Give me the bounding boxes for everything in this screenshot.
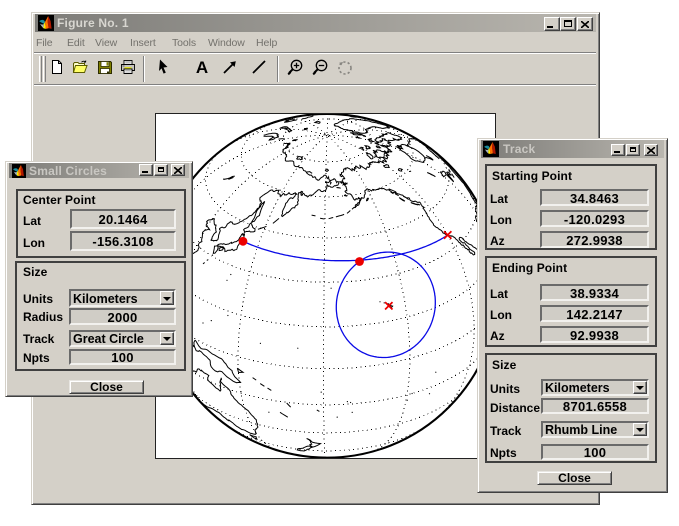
svg-text:A: A bbox=[196, 59, 208, 75]
